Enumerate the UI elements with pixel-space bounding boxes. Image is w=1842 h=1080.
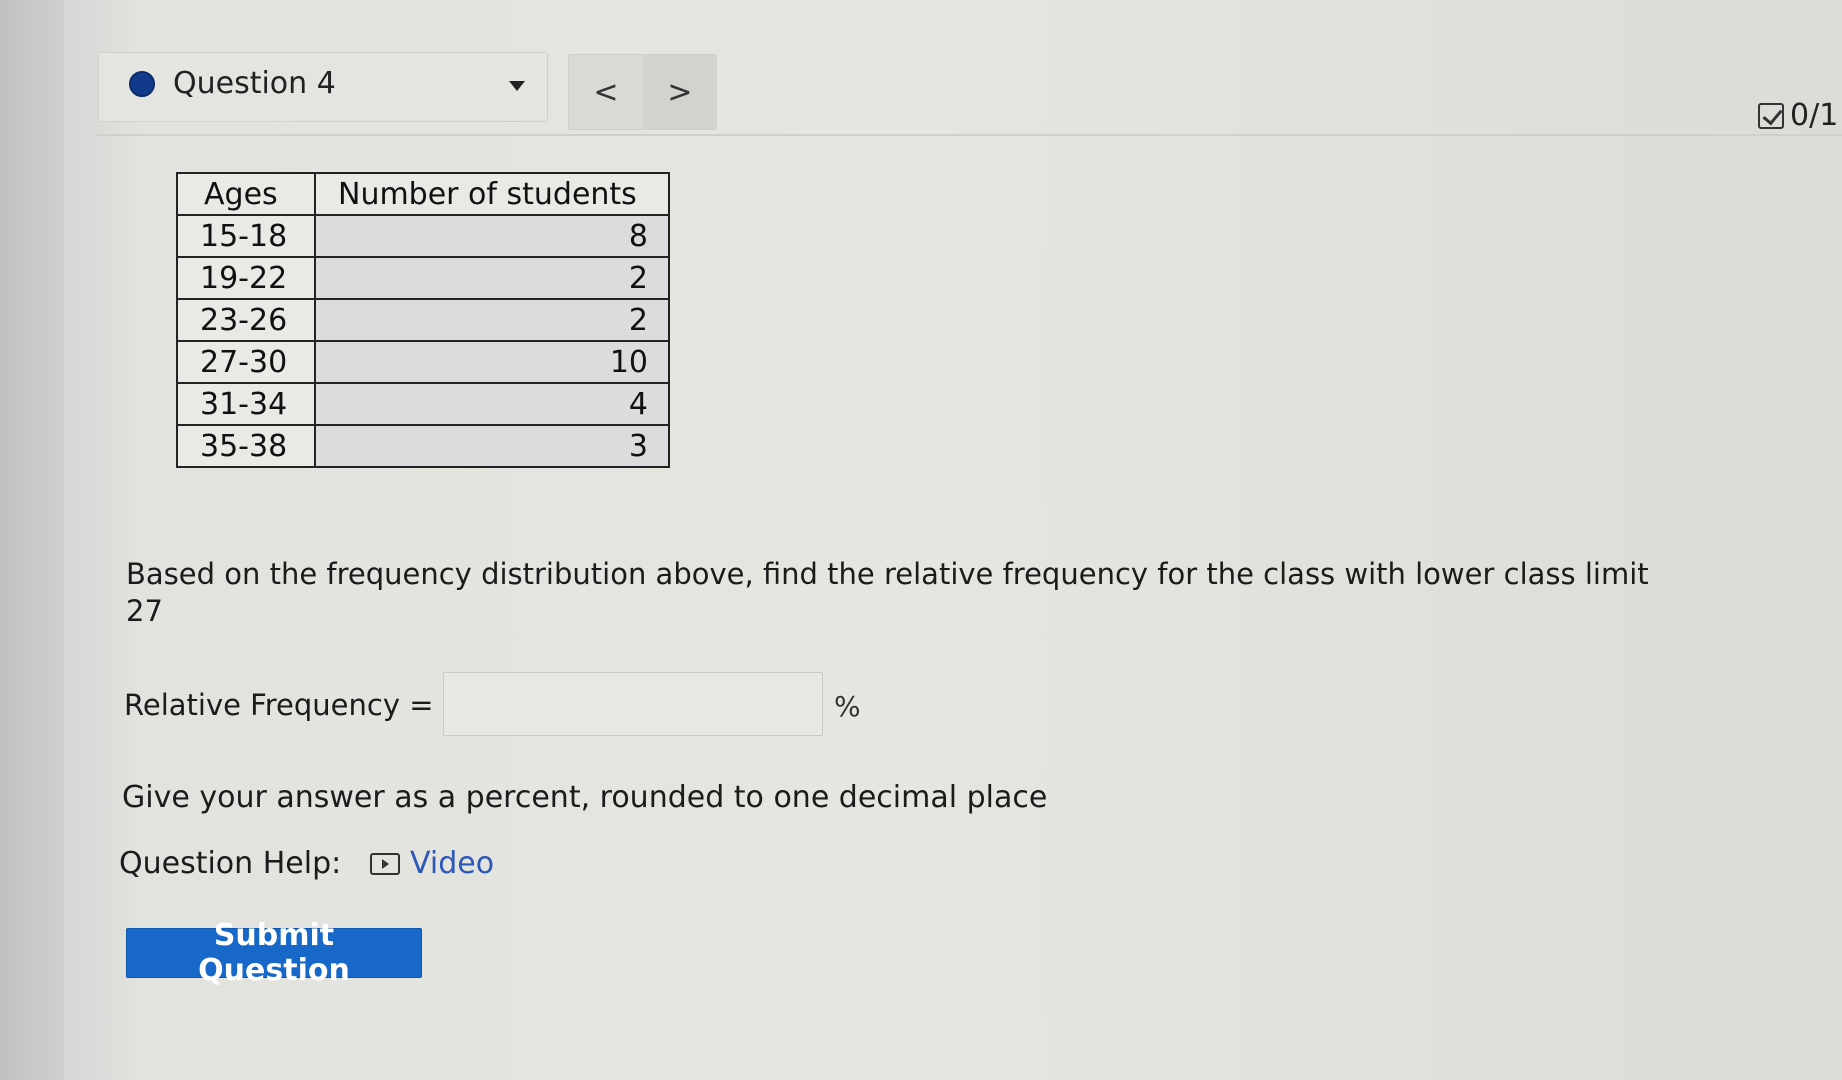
checkbox-icon	[1758, 102, 1784, 129]
count-cell: 2	[314, 256, 670, 300]
table-row: 19-22 2	[176, 256, 670, 300]
relative-frequency-input[interactable]	[443, 672, 823, 736]
count-cell: 8	[314, 214, 670, 258]
score-text: 0/1	[1790, 98, 1839, 133]
status-circle-icon	[129, 71, 155, 97]
question-selector[interactable]: Question 4	[98, 52, 548, 122]
table-row: 35-38 3	[176, 424, 670, 468]
video-help-link[interactable]: Video	[370, 846, 494, 881]
age-cell: 19-22	[176, 256, 316, 300]
left-strip	[0, 0, 64, 1080]
next-question-button[interactable]: >	[643, 55, 717, 129]
age-cell: 31-34	[176, 382, 316, 426]
header-divider	[95, 134, 1842, 136]
question-title: Question 4	[173, 66, 336, 101]
table-row: 15-18 8	[176, 214, 670, 258]
count-cell: 10	[314, 340, 670, 384]
question-nav: < >	[568, 54, 717, 130]
count-cell: 4	[314, 382, 670, 426]
frequency-table: Ages Number of students 15-18 8 19-22 2 …	[176, 172, 670, 468]
count-cell: 2	[314, 298, 670, 342]
table-row: 31-34 4	[176, 382, 670, 426]
age-cell: 27-30	[176, 340, 316, 384]
question-help-label: Question Help:	[119, 846, 342, 881]
table-header-row: Ages Number of students	[176, 172, 670, 216]
relative-frequency-label: Relative Frequency =	[124, 688, 434, 722]
column-header-number-of-students: Number of students	[314, 172, 670, 216]
caret-down-icon[interactable]	[509, 81, 525, 91]
question-prompt: Based on the frequency distribution abov…	[126, 557, 1649, 628]
video-link-label: Video	[410, 846, 495, 881]
previous-question-button[interactable]: <	[569, 55, 643, 129]
age-cell: 15-18	[176, 214, 316, 258]
score-indicator: 0/1	[1758, 98, 1838, 133]
column-header-ages: Ages	[176, 172, 316, 216]
table-row: 23-26 2	[176, 298, 670, 342]
percent-unit: %	[834, 690, 861, 723]
answer-instruction: Give your answer as a percent, rounded t…	[122, 780, 1048, 815]
age-cell: 35-38	[176, 424, 316, 468]
submit-question-button[interactable]: Submit Question	[126, 918, 422, 988]
table-row: 27-30 10	[176, 340, 670, 384]
age-cell: 23-26	[176, 298, 316, 342]
count-cell: 3	[314, 424, 670, 468]
video-play-icon	[370, 852, 400, 875]
